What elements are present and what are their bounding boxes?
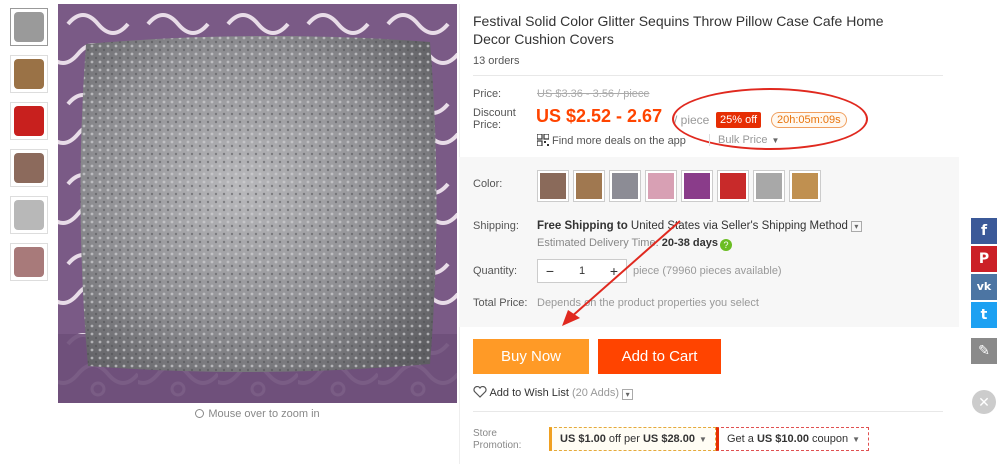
color-swatch-7[interactable] <box>753 170 785 202</box>
buy-now-button[interactable]: Buy Now <box>473 339 589 374</box>
store-label-line1: Store <box>473 428 497 439</box>
discount-price-label: Discount Price: <box>473 107 516 131</box>
caret-down-icon: ▼ <box>698 435 707 444</box>
color-swatch-5[interactable] <box>681 170 713 202</box>
store-discount-promo[interactable]: US $1.00 off per US $28.00 ▼ <box>549 427 716 451</box>
color-swatch-image <box>648 173 674 199</box>
quantity-available: piece (79960 pieces available) <box>633 265 782 277</box>
color-swatch-4[interactable] <box>645 170 677 202</box>
color-swatch-2[interactable] <box>573 170 605 202</box>
thumbnail-image <box>14 12 44 42</box>
app-deals-text: Find more deals on the app <box>552 135 686 147</box>
add-to-wishlist[interactable]: Add to Wish List (20 Adds) ▾ <box>473 385 634 400</box>
price-label: Price: <box>473 88 502 100</box>
delivery-label: Estimated Delivery Time: <box>537 237 662 249</box>
caret-down-icon: ▼ <box>771 136 780 145</box>
color-swatch-image <box>684 173 710 199</box>
thumbnail-1[interactable] <box>10 8 48 46</box>
quantity-label: Quantity: <box>473 265 518 277</box>
thumbnail-5[interactable] <box>10 196 48 234</box>
thumbnail-4[interactable] <box>10 149 48 187</box>
divider <box>473 75 943 76</box>
main-product-image[interactable] <box>58 4 457 403</box>
twitter-share-icon[interactable]: t <box>971 302 997 328</box>
color-swatch-1[interactable] <box>537 170 569 202</box>
promo-threshold: US $28.00 <box>642 433 695 445</box>
product-page: Mouse over to zoom in Festival Solid Col… <box>0 0 1000 464</box>
app-deals-link[interactable]: Find more deals on the app <box>537 134 686 147</box>
promo-amount: US $1.00 <box>560 433 606 445</box>
discount-label-line1: Discount <box>473 107 516 119</box>
divider <box>473 411 943 412</box>
thumbnail-6[interactable] <box>10 243 48 281</box>
coupon-amount: US $10.00 <box>756 433 809 445</box>
thumbnail-image <box>14 200 44 230</box>
zoom-hint: Mouse over to zoom in <box>58 408 457 420</box>
shipping-method[interactable]: Free Shipping to United States via Selle… <box>537 220 862 232</box>
product-info: Festival Solid Color Glitter Sequins Thr… <box>473 12 943 67</box>
qr-code-icon <box>537 134 549 146</box>
help-icon[interactable]: ? <box>719 239 732 251</box>
bulk-price-dropdown[interactable]: Bulk Price ▼ <box>709 134 779 146</box>
quantity-decrease-button[interactable]: − <box>538 260 562 282</box>
facebook-share-icon[interactable]: f <box>971 218 997 244</box>
store-label-line2: Promotion: <box>473 440 522 451</box>
chevron-down-icon[interactable]: ▾ <box>622 389 634 400</box>
promo-text: off per <box>605 433 643 445</box>
caret-down-icon: ▼ <box>852 435 861 444</box>
color-swatch-3[interactable] <box>609 170 641 202</box>
color-swatch-8[interactable] <box>789 170 821 202</box>
magnifier-icon <box>195 409 205 418</box>
color-swatch-image <box>576 173 602 199</box>
discount-label-line2: Price: <box>473 119 502 131</box>
color-swatch-6[interactable] <box>717 170 749 202</box>
thumbnail-image <box>14 59 44 89</box>
total-price-value: Depends on the product properties you se… <box>537 297 759 309</box>
color-swatch-image <box>540 173 566 199</box>
coupon-text: Get a <box>727 433 757 445</box>
shipping-label: Shipping: <box>473 220 519 232</box>
shipping-destination: United States via Seller's Shipping Meth… <box>627 220 848 232</box>
color-swatch-image <box>792 173 818 199</box>
store-coupon-promo[interactable]: Get a US $10.00 coupon ▼ <box>716 427 870 451</box>
vk-share-icon[interactable]: vk <box>971 274 997 300</box>
edit-icon[interactable]: ✎ <box>971 338 997 364</box>
product-title: Festival Solid Color Glitter Sequins Thr… <box>473 13 884 47</box>
thumbnail-3[interactable] <box>10 102 48 140</box>
thumbnail-image <box>14 247 44 277</box>
chevron-down-icon[interactable]: ▾ <box>850 221 862 232</box>
zoom-hint-text: Mouse over to zoom in <box>208 408 320 420</box>
total-price-label: Total Price: <box>473 297 528 309</box>
original-price: US $3.36 - 3.56 / piece <box>537 88 650 100</box>
shipping-free: Free Shipping to <box>537 220 628 232</box>
color-swatch-image <box>756 173 782 199</box>
add-to-cart-button[interactable]: Add to Cart <box>598 339 721 374</box>
social-share-bar: f P vk t ✎ <box>971 218 997 366</box>
thumbnail-image <box>14 106 44 136</box>
quantity-stepper: − 1 + <box>537 259 627 283</box>
color-swatch-image <box>720 173 746 199</box>
color-label: Color: <box>473 178 503 190</box>
color-swatch-image <box>612 173 638 199</box>
close-icon[interactable]: ✕ <box>972 390 996 414</box>
wishlist-text: Add to Wish List <box>489 387 569 399</box>
thumbnail-2[interactable] <box>10 55 48 93</box>
thumbnail-list <box>10 8 50 290</box>
delivery-estimate: Estimated Delivery Time: 20-38 days? <box>537 237 732 251</box>
heart-icon <box>473 385 487 398</box>
quantity-increase-button[interactable]: + <box>602 260 626 282</box>
thumbnail-image <box>14 153 44 183</box>
delivery-days: 20-38 days <box>661 237 718 249</box>
pinterest-share-icon[interactable]: P <box>971 246 997 272</box>
store-promotion-label: Store Promotion: <box>473 428 521 452</box>
discount-price: US $2.52 - 2.67 <box>536 106 663 126</box>
pillow-image <box>58 4 457 403</box>
wishlist-count: (20 Adds) <box>572 387 620 399</box>
bulk-price-text: Bulk Price <box>718 134 768 146</box>
order-count: 13 orders <box>473 55 520 67</box>
quantity-input[interactable]: 1 <box>562 260 602 282</box>
coupon-suffix: coupon <box>808 433 849 445</box>
color-swatches <box>537 170 821 202</box>
